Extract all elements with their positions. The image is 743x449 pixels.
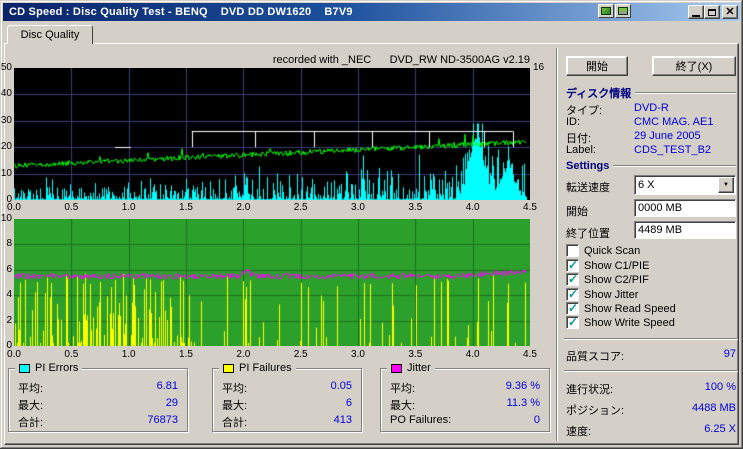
stat-row: 最大: 29 bbox=[18, 397, 178, 412]
stat-row: 平均: 0.05 bbox=[222, 380, 352, 395]
separator bbox=[564, 338, 738, 340]
tab-disc-quality[interactable]: Disc Quality bbox=[7, 25, 93, 44]
position-value: 4488 MB bbox=[691, 402, 736, 414]
checkbox-box[interactable]: ✓ bbox=[566, 258, 579, 272]
stat-row: 平均: 6.81 bbox=[18, 380, 178, 395]
stat-row: 合計: 76873 bbox=[18, 414, 178, 429]
disc-id-row: ID: CMC MAG. AE1 bbox=[566, 116, 714, 128]
exit-button[interactable]: 終了(X) bbox=[652, 56, 736, 76]
check-icon: ✓ bbox=[568, 301, 579, 315]
start-button[interactable]: 開始 bbox=[566, 56, 628, 76]
stat-row: PO Failures: 0 bbox=[390, 414, 540, 426]
separator bbox=[564, 370, 738, 372]
header-rule bbox=[613, 165, 736, 167]
end-position-field[interactable]: 4489 MB bbox=[634, 221, 736, 239]
minimize-button[interactable] bbox=[688, 5, 704, 19]
titlebar-extra-icon-2[interactable] bbox=[615, 4, 631, 18]
window-title: CD Speed : Disc Quality Test - BENQ DVD … bbox=[9, 6, 353, 18]
maximize-icon bbox=[708, 8, 716, 16]
progress-row: 進行状況: 100 % bbox=[566, 381, 736, 396]
checkbox-label: Show Write Speed bbox=[584, 316, 675, 329]
speed-row: 速度: 6.25 X bbox=[566, 423, 736, 438]
maximize-button[interactable] bbox=[704, 5, 720, 19]
start-button-label: 開始 bbox=[586, 61, 608, 73]
checkbox-quick-scan[interactable]: ✓ Quick Scan bbox=[566, 244, 640, 257]
close-icon: ✕ bbox=[725, 6, 735, 18]
titlebar-extra-icon-1[interactable] bbox=[598, 4, 614, 18]
pi-failures-chart-canvas bbox=[14, 219, 530, 346]
header-rule bbox=[635, 92, 736, 94]
jitter-panel: Jitter 平均: 9.36 % 最大: 11.3 % PO Failures: 0 bbox=[380, 362, 550, 432]
checkbox-box[interactable]: ✓ bbox=[566, 244, 579, 257]
speed-combobox-value: 6 X bbox=[638, 179, 655, 191]
recorded-with-label: recorded with _NEC DVD_RW ND-3500AG v2.1… bbox=[272, 54, 530, 66]
checkbox-show-jitter[interactable]: ✓ Show Jitter bbox=[566, 287, 639, 301]
jitter-title: Jitter bbox=[407, 362, 431, 374]
green-save-icon bbox=[618, 7, 628, 15]
checkbox-label: Show C1/PIE bbox=[584, 259, 650, 272]
pi-failures-panel: PI Failures 平均: 0.05 最大: 6 合計: 413 bbox=[212, 362, 362, 432]
jitter-legend: Jitter bbox=[387, 362, 435, 374]
checkbox-label: Show Read Speed bbox=[584, 302, 676, 315]
quality-score-value: 97 bbox=[723, 348, 736, 360]
checkbox-label: Show C2/PIF bbox=[584, 273, 649, 286]
pi-errors-chart-canvas bbox=[14, 68, 530, 200]
checkbox-label: Quick Scan bbox=[584, 244, 641, 257]
tab-label: Disc Quality bbox=[20, 29, 80, 41]
disc-info-header: ディスク情報 bbox=[566, 85, 736, 101]
stat-row: 合計: 413 bbox=[222, 414, 352, 429]
stat-row: 平均: 9.36 % bbox=[390, 380, 540, 395]
progress-value: 100 % bbox=[704, 381, 736, 393]
checkbox-show-read-speed[interactable]: ✓ Show Read Speed bbox=[566, 301, 676, 315]
close-button[interactable]: ✕ bbox=[722, 5, 738, 19]
combo-dropdown-button[interactable]: ▼ bbox=[718, 177, 734, 193]
jitter-color-swatch bbox=[391, 363, 402, 373]
exit-button-label: 終了(X) bbox=[675, 61, 713, 73]
checkbox-box[interactable]: ✓ bbox=[566, 272, 579, 286]
disc-label-row: Label: CDS_TEST_B2 bbox=[566, 144, 712, 156]
pi-failures-color-swatch bbox=[223, 363, 234, 373]
stat-row: 最大: 6 bbox=[222, 397, 352, 412]
position-row: ポジション: 4488 MB bbox=[566, 402, 736, 417]
pi-errors-title: PI Errors bbox=[35, 362, 79, 374]
checkbox-show-write-speed[interactable]: ✓ Show Write Speed bbox=[566, 315, 675, 329]
settings-header: Settings bbox=[566, 160, 736, 172]
check-icon: ✓ bbox=[568, 315, 579, 329]
start-position-value: 0000 MB bbox=[638, 202, 683, 214]
check-icon: ✓ bbox=[568, 272, 579, 286]
end-position-value: 4489 MB bbox=[638, 224, 683, 236]
quality-score-row: 品質スコア: 97 bbox=[566, 348, 736, 363]
end-position-label: 終了位置 bbox=[566, 228, 610, 240]
speed-label: 転送速度 bbox=[566, 182, 610, 194]
speed-value: 6.25 X bbox=[704, 423, 736, 435]
pi-errors-color-swatch bbox=[19, 363, 30, 373]
check-icon: ✓ bbox=[568, 258, 579, 272]
pi-errors-legend: PI Errors bbox=[15, 362, 83, 374]
top-chart-right-axis-label: 16 bbox=[533, 62, 545, 73]
chevron-down-icon: ▼ bbox=[723, 182, 729, 188]
stat-row: 最大: 11.3 % bbox=[390, 397, 540, 412]
checkbox-box[interactable]: ✓ bbox=[566, 315, 579, 329]
checkbox-show-c1-pie[interactable]: ✓ Show C1/PIE bbox=[566, 258, 650, 272]
start-position-label: 開始 bbox=[566, 206, 588, 218]
app-window: CD Speed : Disc Quality Test - BENQ DVD … bbox=[0, 0, 743, 449]
vertical-separator bbox=[556, 48, 558, 441]
checkbox-label: Show Jitter bbox=[584, 288, 639, 301]
pi-errors-panel: PI Errors 平均: 6.81 最大: 29 合計: 76873 bbox=[8, 362, 188, 432]
checkbox-box[interactable]: ✓ bbox=[566, 287, 579, 301]
start-position-field[interactable]: 0000 MB bbox=[634, 199, 736, 217]
green-chart-icon bbox=[601, 7, 611, 15]
minimize-icon bbox=[692, 10, 700, 17]
pi-failures-legend: PI Failures bbox=[219, 362, 296, 374]
pi-failures-title: PI Failures bbox=[239, 362, 292, 374]
speed-combobox[interactable]: 6 X ▼ bbox=[634, 175, 736, 195]
check-icon: ✓ bbox=[568, 287, 579, 301]
checkbox-show-c2-pif[interactable]: ✓ Show C2/PIF bbox=[566, 272, 649, 286]
checkbox-box[interactable]: ✓ bbox=[566, 301, 579, 315]
